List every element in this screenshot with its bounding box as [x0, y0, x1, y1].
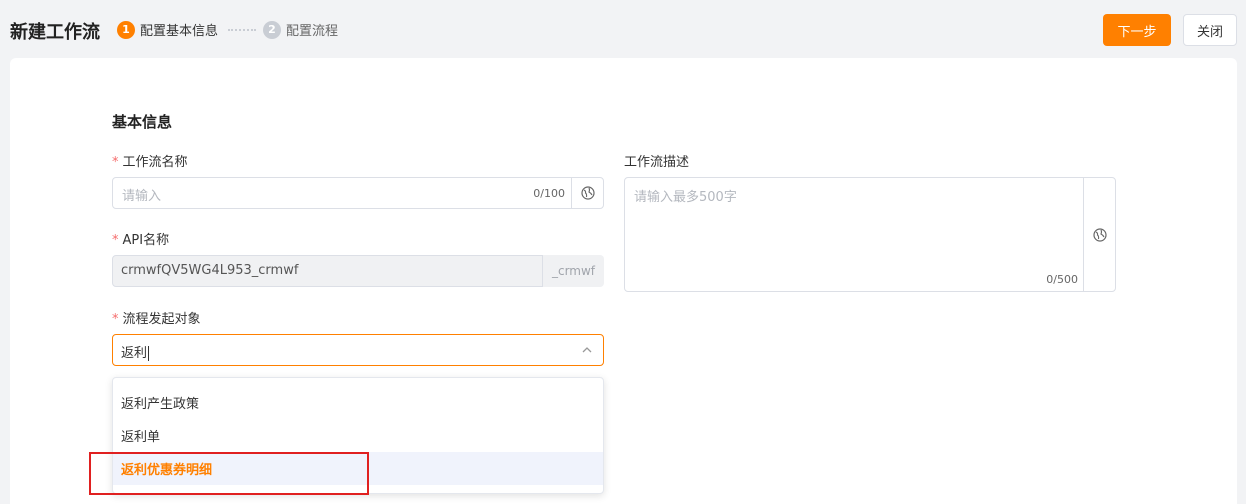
text-caret — [148, 346, 150, 361]
description-placeholder: 请输入最多500字 — [634, 190, 737, 205]
step-label: 配置流程 — [286, 24, 339, 39]
dropdown-option[interactable]: 返利产生政策 — [113, 386, 603, 419]
globe-icon[interactable] — [571, 178, 603, 208]
workflow-name-label: * 工作流名称 — [112, 151, 188, 170]
step-basic-info: 1 配置基本信息 — [117, 20, 218, 39]
step-flow-config: 2 配置流程 — [263, 20, 338, 39]
workflow-name-input[interactable]: 请输入 0/100 — [112, 177, 604, 209]
dropdown-option[interactable]: 返利单 — [113, 419, 603, 452]
description-counter: 0/500 — [1046, 273, 1078, 286]
trigger-object-label-text: 流程发起对象 — [122, 312, 201, 327]
trigger-object-text: 返利 — [121, 346, 148, 361]
section-title: 基本信息 — [112, 113, 173, 131]
close-button[interactable]: 关闭 — [1183, 14, 1237, 46]
page-header: 新建工作流 1 配置基本信息 2 配置流程 下一步 关闭 — [0, 0, 1246, 58]
api-name-value: crmwfQV5WG4L953_crmwf — [121, 263, 299, 278]
step-number: 1 — [117, 20, 135, 39]
trigger-object-label: * 流程发起对象 — [112, 308, 201, 327]
required-mark: * — [112, 312, 119, 327]
description-label: 工作流描述 — [624, 155, 690, 170]
trigger-object-value: 返利 — [121, 342, 150, 361]
required-mark: * — [112, 233, 119, 248]
required-mark: * — [112, 155, 119, 170]
next-step-button[interactable]: 下一步 — [1103, 14, 1171, 46]
workflow-name-placeholder: 请输入 — [122, 189, 162, 204]
api-name-label: * API名称 — [112, 229, 169, 248]
step-divider — [228, 29, 256, 31]
chevron-up-icon[interactable] — [581, 344, 593, 360]
workflow-name-counter: 0/100 — [533, 187, 565, 200]
api-name-suffix: _crmwf — [543, 255, 604, 287]
api-name-label-text: API名称 — [122, 233, 170, 248]
step-label: 配置基本信息 — [140, 24, 219, 39]
trigger-object-select[interactable]: 返利 — [112, 334, 604, 366]
annotation-highlight-box — [89, 452, 369, 495]
description-textarea[interactable]: 请输入最多500字 0/500 — [624, 177, 1116, 292]
globe-icon[interactable] — [1083, 178, 1115, 291]
page-title: 新建工作流 — [10, 22, 100, 43]
api-name-input[interactable]: crmwfQV5WG4L953_crmwf — [112, 255, 543, 287]
step-number: 2 — [263, 20, 281, 39]
workflow-name-label-text: 工作流名称 — [122, 155, 188, 170]
